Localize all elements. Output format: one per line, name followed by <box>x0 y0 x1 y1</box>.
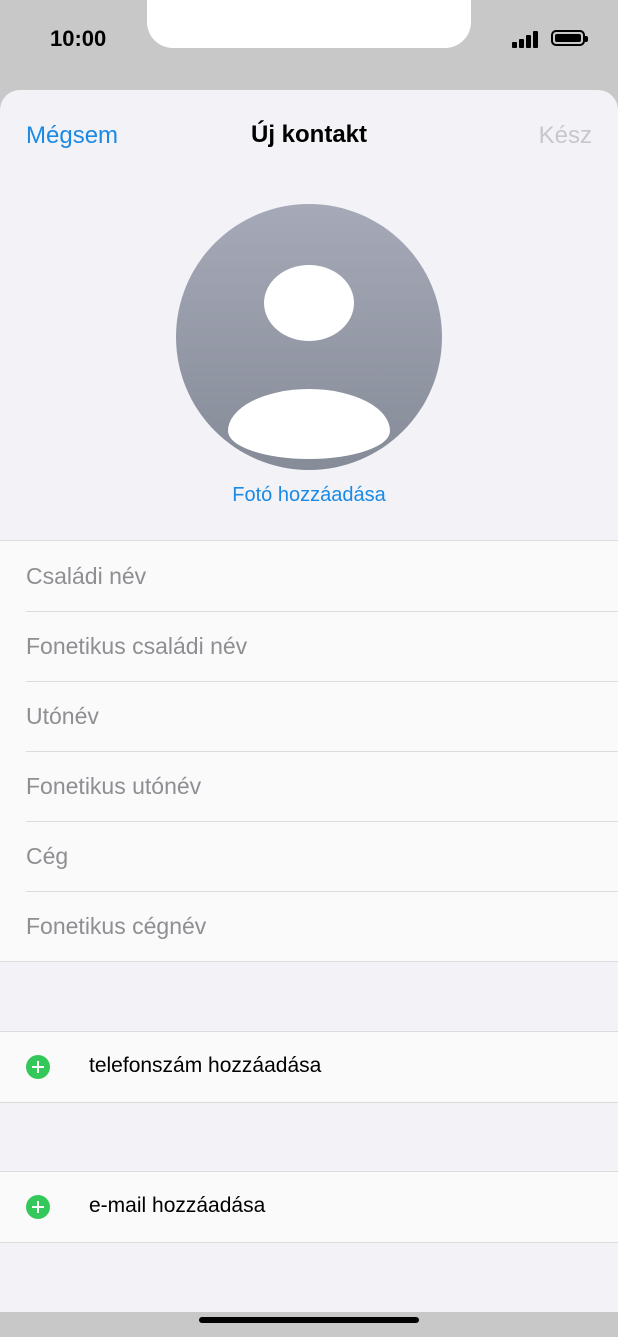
notch <box>147 0 471 48</box>
first-name-placeholder: Utónév <box>26 703 99 729</box>
phonetic-last-name-placeholder: Fonetikus családi név <box>26 633 248 659</box>
avatar-icon[interactable] <box>176 204 442 470</box>
phonetic-first-name-placeholder: Fonetikus utónév <box>26 773 202 799</box>
add-phone-label: telefonszám hozzáadása <box>89 1054 322 1077</box>
avatar-body <box>228 389 390 459</box>
phone-group: telefonszám hozzáadása <box>0 1031 618 1103</box>
add-phone-button[interactable]: telefonszám hozzáadása <box>0 1032 618 1102</box>
new-contact-sheet: Mégsem Új kontakt Kész Fotó hozzáadása C… <box>0 90 618 1312</box>
company-placeholder: Cég <box>26 843 69 869</box>
add-email-label: e-mail hozzáadása <box>89 1194 266 1217</box>
last-name-placeholder: Családi név <box>26 563 147 589</box>
add-email-button[interactable]: e-mail hozzáadása <box>0 1172 618 1242</box>
phonetic-first-name-field[interactable]: Fonetikus utónév <box>0 751 618 821</box>
add-photo-button[interactable]: Fotó hozzáadása <box>0 484 618 507</box>
phonetic-last-name-field[interactable]: Fonetikus családi név <box>0 611 618 681</box>
battery-icon <box>551 30 588 46</box>
avatar-head <box>264 265 354 341</box>
home-indicator <box>199 1317 419 1323</box>
signal-icon <box>512 30 542 48</box>
plus-circle-icon <box>26 1055 50 1079</box>
phonetic-company-field[interactable]: Fonetikus cégnév <box>0 891 618 961</box>
status-time: 10:00 <box>50 26 107 51</box>
phone-frame: 10:00 Mégsem Új kontakt Kész Fotó hozzáa… <box>0 0 618 1337</box>
plus-circle-icon <box>26 1195 50 1219</box>
company-field[interactable]: Cég <box>0 821 618 891</box>
name-fields-group: Családi név Fonetikus családi név Utónév… <box>0 540 618 962</box>
phonetic-company-placeholder: Fonetikus cégnév <box>26 913 207 939</box>
email-group: e-mail hozzáadása <box>0 1171 618 1243</box>
page-title: Új kontakt <box>250 121 367 148</box>
first-name-field[interactable]: Utónév <box>0 681 618 751</box>
done-button[interactable]: Kész <box>539 122 592 150</box>
last-name-field[interactable]: Családi név <box>0 541 618 611</box>
